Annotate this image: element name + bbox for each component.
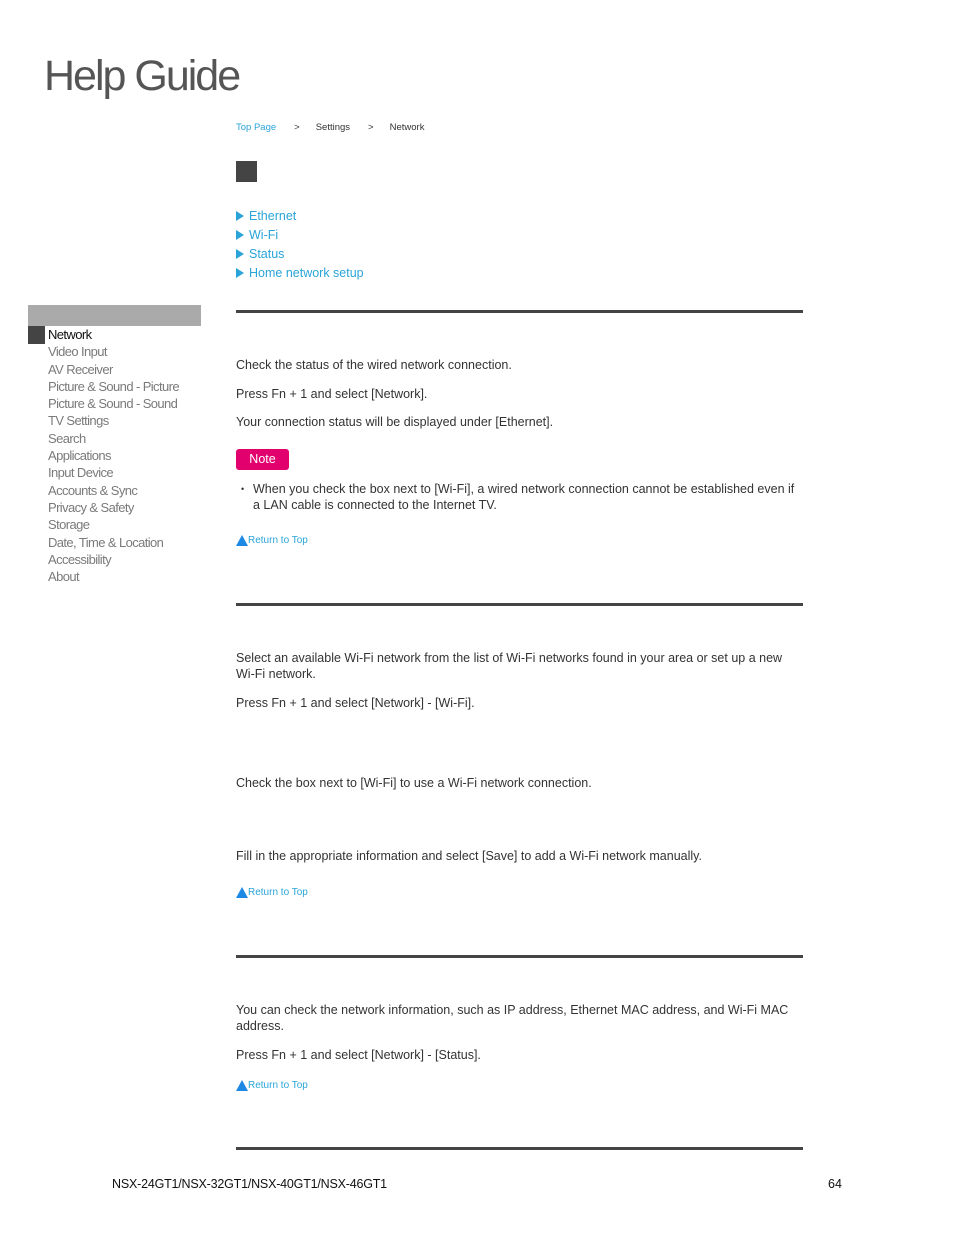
wifi-checkbox-info: Check the box next to [Wi-Fi] to use a W… bbox=[236, 776, 592, 790]
sidebar-item-picture-sound-sound[interactable]: Picture & Sound - Sound bbox=[28, 395, 201, 412]
toc-link-label: Wi-Fi bbox=[249, 227, 279, 242]
toc-link-wifi[interactable]: Wi-Fi bbox=[236, 225, 364, 244]
breadcrumb-separator: > bbox=[368, 122, 374, 133]
section-divider-status bbox=[236, 955, 803, 958]
note-item: • When you check the box next to [Wi-Fi]… bbox=[241, 481, 801, 513]
sidebar-item-search[interactable]: Search bbox=[28, 430, 201, 447]
sidebar: Network Video Input AV Receiver Picture … bbox=[28, 305, 201, 585]
triangle-right-icon bbox=[236, 211, 244, 221]
sidebar-item-date-time-location[interactable]: Date, Time & Location bbox=[28, 534, 201, 551]
triangle-right-icon bbox=[236, 249, 244, 259]
sidebar-item-label: About bbox=[48, 569, 80, 585]
toc-link-label: Ethernet bbox=[249, 208, 297, 223]
sidebar-item-av-receiver[interactable]: AV Receiver bbox=[28, 361, 201, 378]
breadcrumb-network: Network bbox=[389, 122, 425, 133]
status-description: You can check the network information, s… bbox=[236, 1003, 789, 1033]
footer-model-numbers: NSX-24GT1/NSX-32GT1/NSX-40GT1/NSX-46GT1 bbox=[112, 1177, 387, 1191]
sidebar-item-label: Network bbox=[48, 327, 92, 342]
section-divider-wifi bbox=[236, 603, 803, 606]
return-to-top-link[interactable]: Return to Top bbox=[236, 1080, 308, 1091]
ethernet-result: Your connection status will be displayed… bbox=[236, 415, 554, 429]
sidebar-item-about[interactable]: About bbox=[28, 568, 201, 585]
page-title-marker bbox=[236, 161, 257, 182]
sidebar-item-network[interactable]: Network bbox=[28, 326, 201, 344]
wifi-instruction: Press Fn + 1 and select [Network] - [Wi-… bbox=[236, 696, 475, 710]
return-to-top-link[interactable]: Return to Top bbox=[236, 887, 308, 898]
triangle-right-icon bbox=[236, 268, 244, 278]
sidebar-item-label: Privacy & Safety bbox=[48, 499, 134, 515]
ethernet-description: Check the status of the wired network co… bbox=[236, 358, 512, 372]
sidebar-item-label: Date, Time & Location bbox=[48, 534, 164, 550]
return-to-top-label: Return to Top bbox=[248, 887, 308, 898]
wifi-description: Select an available Wi-Fi network from t… bbox=[236, 651, 783, 681]
sidebar-header-bar bbox=[28, 305, 201, 326]
section-divider-ethernet bbox=[236, 310, 803, 313]
sidebar-item-label: Applications bbox=[48, 448, 112, 464]
sidebar-item-label: Accounts & Sync bbox=[48, 482, 138, 498]
toc-link-label: Status bbox=[249, 246, 285, 261]
sidebar-item-accessibility[interactable]: Accessibility bbox=[28, 551, 201, 568]
breadcrumb-settings: Settings bbox=[315, 122, 351, 133]
breadcrumb-separator: > bbox=[294, 122, 300, 133]
note-badge: Note bbox=[236, 449, 289, 470]
sidebar-item-applications[interactable]: Applications bbox=[28, 447, 201, 464]
sidebar-item-privacy-safety[interactable]: Privacy & Safety bbox=[28, 499, 201, 516]
triangle-right-icon bbox=[236, 230, 244, 240]
toc-link-home-network-setup[interactable]: Home network setup bbox=[236, 263, 364, 282]
sidebar-item-input-device[interactable]: Input Device bbox=[28, 464, 201, 481]
sidebar-item-label: Picture & Sound - Picture bbox=[48, 378, 180, 394]
sidebar-item-picture-sound-picture[interactable]: Picture & Sound - Picture bbox=[28, 378, 201, 395]
breadcrumb-top-page[interactable]: Top Page bbox=[236, 122, 276, 133]
toc-link-label: Home network setup bbox=[249, 265, 364, 280]
bullet-icon: • bbox=[241, 484, 245, 494]
sidebar-item-label: TV Settings bbox=[48, 413, 109, 429]
sidebar-item-label: Search bbox=[48, 430, 86, 446]
sidebar-item-label: Accessibility bbox=[48, 551, 112, 567]
return-to-top-label: Return to Top bbox=[248, 1080, 308, 1091]
section-toc: Ethernet Wi-Fi Status Home network setup bbox=[236, 206, 364, 282]
sidebar-item-label: Input Device bbox=[48, 465, 114, 481]
sidebar-nav-list: Network Video Input AV Receiver Picture … bbox=[28, 326, 201, 585]
return-to-top-link[interactable]: Return to Top bbox=[236, 535, 308, 546]
wifi-manual-info: Fill in the appropriate information and … bbox=[236, 849, 702, 863]
sidebar-item-label: Picture & Sound - Sound bbox=[48, 396, 178, 412]
sidebar-item-accounts-sync[interactable]: Accounts & Sync bbox=[28, 482, 201, 499]
triangle-up-icon bbox=[236, 535, 248, 546]
return-to-top-label: Return to Top bbox=[248, 535, 308, 546]
active-item-marker bbox=[28, 326, 45, 344]
note-item-text: When you check the box next to [Wi-Fi], … bbox=[253, 482, 795, 512]
sidebar-item-label: AV Receiver bbox=[48, 361, 113, 377]
sidebar-item-video-input[interactable]: Video Input bbox=[28, 343, 201, 360]
sidebar-item-storage[interactable]: Storage bbox=[28, 516, 201, 533]
footer-page-number: 64 bbox=[828, 1177, 842, 1191]
sidebar-item-label: Video Input bbox=[48, 344, 108, 360]
triangle-up-icon bbox=[236, 887, 248, 898]
section-divider-home-network bbox=[236, 1147, 803, 1150]
breadcrumb: Top Page > Settings > Network bbox=[236, 122, 424, 133]
toc-link-ethernet[interactable]: Ethernet bbox=[236, 206, 364, 225]
sidebar-item-tv-settings[interactable]: TV Settings bbox=[28, 412, 201, 429]
help-guide-logo: Help Guide bbox=[44, 52, 241, 100]
status-instruction: Press Fn + 1 and select [Network] - [Sta… bbox=[236, 1048, 481, 1062]
triangle-up-icon bbox=[236, 1080, 248, 1091]
ethernet-instruction: Press Fn + 1 and select [Network]. bbox=[236, 387, 428, 401]
toc-link-status[interactable]: Status bbox=[236, 244, 364, 263]
sidebar-item-label: Storage bbox=[48, 517, 90, 533]
